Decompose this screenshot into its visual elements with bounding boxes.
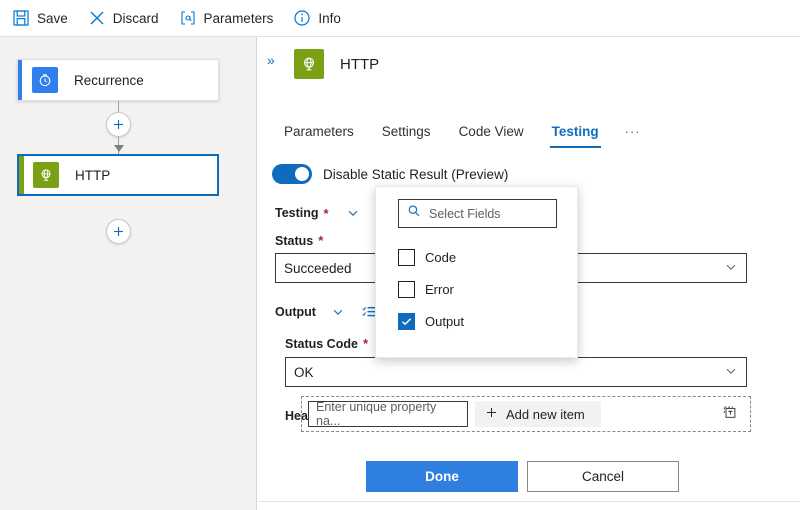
page-title: HTTP <box>340 56 379 73</box>
info-button[interactable]: Info <box>291 3 351 33</box>
status-code-select[interactable]: OK <box>285 357 747 387</box>
workflow-designer-canvas: Recurrence HTTP <box>0 37 257 510</box>
workflow-node-recurrence[interactable]: Recurrence <box>17 59 219 101</box>
select-fields-search-placeholder: Select Fields <box>429 207 501 221</box>
checkbox-label-output: Output <box>425 314 464 329</box>
chevron-double-right-icon[interactable]: » <box>267 53 274 67</box>
chevron-down-icon <box>724 260 738 277</box>
discard-button[interactable]: Discard <box>86 3 169 33</box>
plus-icon <box>112 118 125 131</box>
add-new-item-button[interactable]: Add new item <box>475 401 601 427</box>
globe-icon <box>33 162 59 188</box>
cancel-button[interactable]: Cancel <box>527 461 679 492</box>
insert-step-between-button[interactable] <box>106 112 131 137</box>
checkbox-output <box>398 313 415 330</box>
output-label: Output <box>275 305 316 319</box>
node-connector-arrow <box>114 145 124 152</box>
toggle-knob <box>295 167 309 181</box>
add-new-item-label: Add new item <box>506 407 585 422</box>
disable-static-result-toggle[interactable] <box>272 164 312 184</box>
save-label: Save <box>37 11 68 26</box>
status-value: Succeeded <box>284 261 352 276</box>
status-code-value: OK <box>294 365 314 380</box>
tab-code-view[interactable]: Code View <box>445 124 538 148</box>
check-icon <box>400 315 413 328</box>
checkbox-label-error: Error <box>425 282 454 297</box>
checkbox-code <box>398 249 415 266</box>
header-property-name-input[interactable]: Enter unique property na... <box>308 401 468 427</box>
status-field-header: Status * <box>275 233 323 248</box>
tab-overflow-icon[interactable]: ··· <box>613 124 653 148</box>
workflow-node-http[interactable]: HTTP <box>17 154 219 196</box>
output-collapse-chevron-down-icon[interactable] <box>331 305 345 319</box>
info-label: Info <box>318 11 341 26</box>
checkbox-option-code[interactable]: Code <box>398 249 456 266</box>
checkbox-option-error[interactable]: Error <box>398 281 454 298</box>
discard-label: Discard <box>113 11 159 26</box>
insert-step-end-button[interactable] <box>106 219 131 244</box>
checkbox-error <box>398 281 415 298</box>
headers-row-expression-t-icon[interactable] <box>722 404 738 425</box>
plus-icon <box>485 406 498 422</box>
status-code-label: Status Code <box>285 337 358 351</box>
info-circle-icon <box>293 9 311 27</box>
testing-required-marker: * <box>324 206 329 221</box>
status-required-marker: * <box>318 233 323 248</box>
disable-static-result-row: Disable Static Result (Preview) <box>272 164 508 184</box>
save-icon <box>12 9 30 27</box>
parameters-at-bracket-icon <box>179 9 197 27</box>
globe-icon <box>294 49 324 79</box>
search-icon <box>407 204 421 223</box>
header-property-placeholder: Enter unique property na... <box>316 400 460 428</box>
pane-header: » HTTP <box>258 37 800 89</box>
disable-static-result-label: Disable Static Result (Preview) <box>323 167 508 182</box>
select-fields-flyout: Select Fields Code Error Output <box>375 186 578 358</box>
done-button[interactable]: Done <box>366 461 518 492</box>
headers-repeater-row: Enter unique property na... Add new item <box>301 396 751 432</box>
save-button[interactable]: Save <box>10 3 78 33</box>
select-fields-search-input[interactable]: Select Fields <box>398 199 557 228</box>
discard-x-icon <box>88 9 106 27</box>
checkbox-option-output[interactable]: Output <box>398 313 464 330</box>
top-toolbar: Save Discard Parameters <box>0 0 800 37</box>
pane-tabs: Parameters Settings Code View Testing ··… <box>270 124 653 148</box>
testing-label: Testing <box>275 206 319 220</box>
node-label-http: HTTP <box>75 168 110 183</box>
status-code-field-header: Status Code * <box>285 336 368 351</box>
status-code-required-marker: * <box>363 336 368 351</box>
parameters-button[interactable]: Parameters <box>177 3 284 33</box>
output-section-header: Output <box>275 304 378 320</box>
node-label-recurrence: Recurrence <box>74 73 144 88</box>
checkbox-label-code: Code <box>425 250 456 265</box>
testing-collapse-chevron-down-icon[interactable] <box>346 206 360 220</box>
status-label: Status <box>275 234 313 248</box>
tab-parameters[interactable]: Parameters <box>270 124 368 148</box>
clock-icon <box>32 67 58 93</box>
tab-testing[interactable]: Testing <box>538 124 613 148</box>
chevron-down-icon <box>724 364 738 381</box>
tab-settings[interactable]: Settings <box>368 124 445 148</box>
footer-divider <box>258 501 800 502</box>
parameters-label: Parameters <box>204 11 274 26</box>
plus-icon <box>112 225 125 238</box>
app-root: Save Discard Parameters <box>0 0 800 510</box>
